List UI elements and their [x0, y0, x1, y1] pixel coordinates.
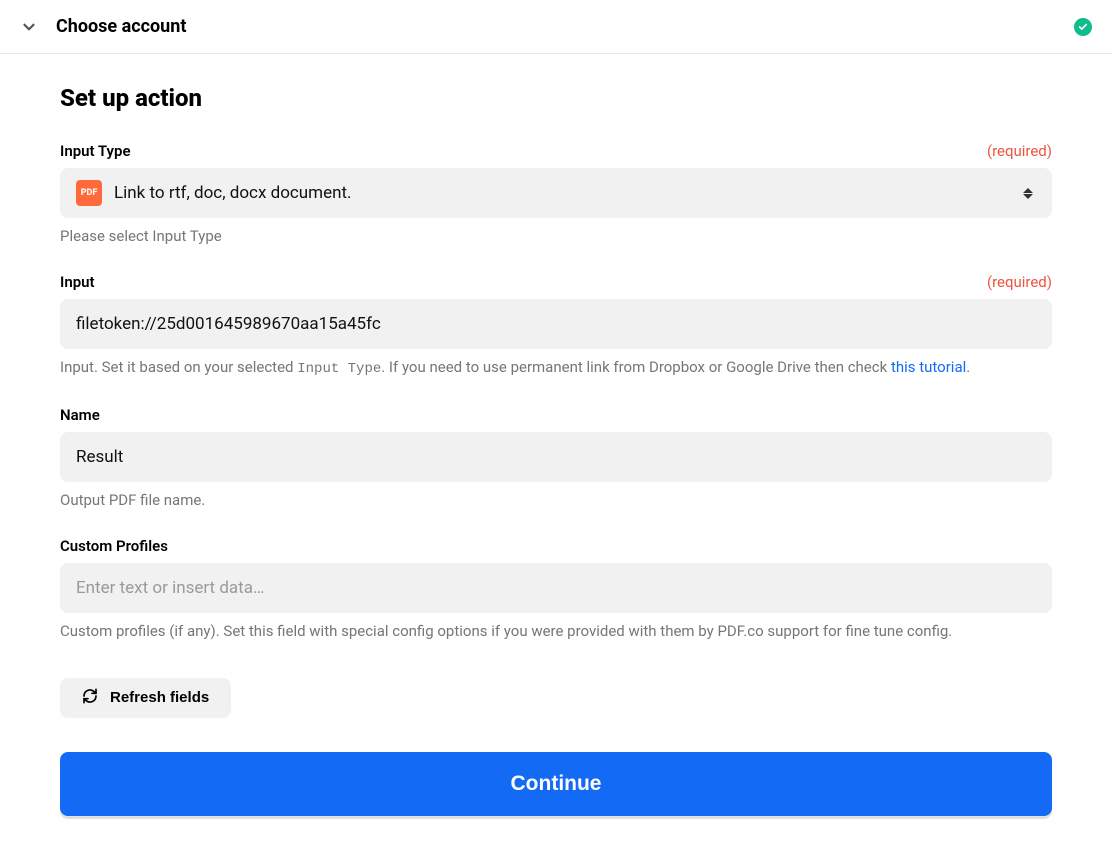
input-type-select[interactable]: PDF Link to rtf, doc, docx document. [60, 168, 1052, 218]
input-type-help: Please select Input Type [60, 226, 1052, 247]
continue-button[interactable]: Continue [60, 752, 1052, 816]
input-type-label: Input Type [60, 142, 131, 160]
refresh-icon [82, 688, 98, 708]
custom-profiles-field[interactable] [76, 578, 1036, 598]
name-field[interactable] [76, 447, 1036, 467]
required-tag: (required) [987, 142, 1052, 160]
input-help-code: Input Type [297, 361, 381, 377]
updown-caret-icon [1020, 188, 1036, 199]
input-help: Input. Set it based on your selected Inp… [60, 357, 1052, 380]
field-input-type: Input Type (required) PDF Link to rtf, d… [60, 142, 1052, 247]
chevron-down-icon[interactable] [20, 18, 38, 36]
input-help-middle: . If you need to use permanent link from… [381, 358, 891, 376]
input-help-suffix: . [966, 358, 970, 376]
tutorial-link[interactable]: this tutorial [891, 358, 966, 376]
required-tag: (required) [987, 273, 1052, 291]
custom-profiles-label: Custom Profiles [60, 537, 168, 555]
custom-profiles-help: Custom profiles (if any). Set this field… [60, 621, 1052, 642]
choose-account-header: Choose account [0, 0, 1112, 54]
input-label: Input [60, 273, 95, 291]
field-custom-profiles: Custom Profiles Custom profiles (if any)… [60, 537, 1052, 642]
field-name: Name Output PDF file name. [60, 406, 1052, 511]
input-help-prefix: Input. Set it based on your selected [60, 358, 297, 376]
field-input: Input (required) Input. Set it based on … [60, 273, 1052, 380]
section-title: Set up action [60, 84, 1052, 112]
check-complete-icon [1074, 18, 1092, 36]
refresh-fields-label: Refresh fields [110, 689, 209, 706]
name-label: Name [60, 406, 100, 424]
name-help: Output PDF file name. [60, 490, 1052, 511]
refresh-fields-button[interactable]: Refresh fields [60, 678, 231, 718]
input-field[interactable] [76, 314, 1036, 334]
input-type-value: Link to rtf, doc, docx document. [114, 183, 1020, 203]
pdf-icon: PDF [76, 180, 102, 206]
header-title: Choose account [56, 16, 186, 37]
